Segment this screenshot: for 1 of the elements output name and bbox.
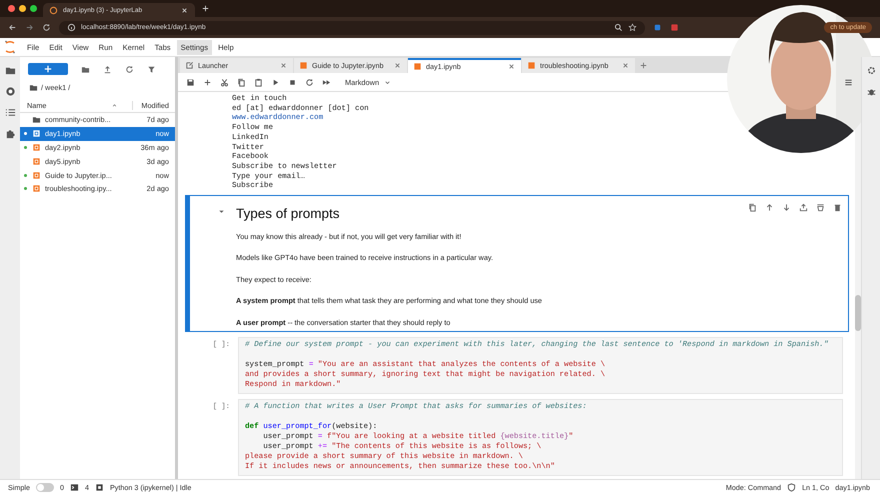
markdown-heading: Types of prompts	[236, 206, 340, 222]
